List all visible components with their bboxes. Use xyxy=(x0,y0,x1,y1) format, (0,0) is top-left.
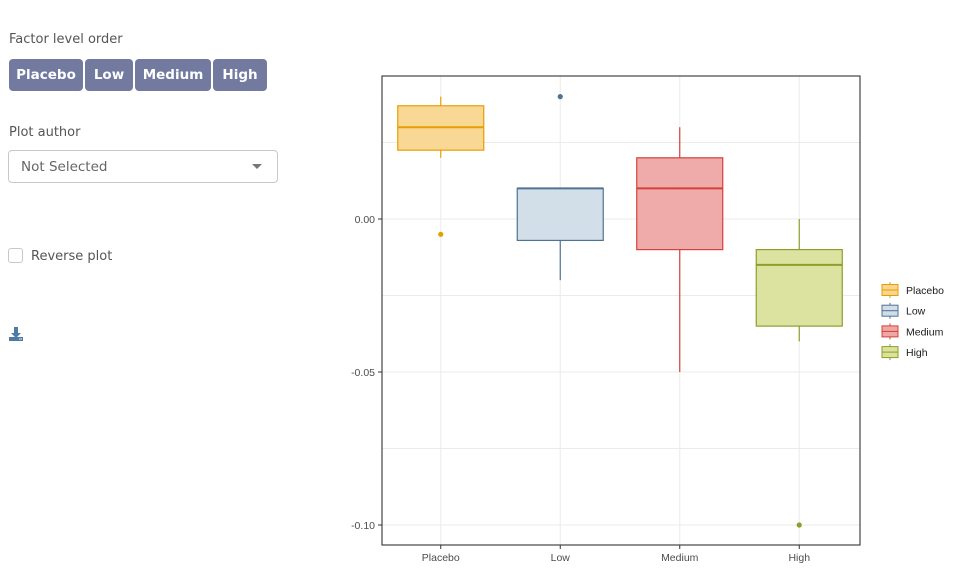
legend: Placebo Low Medium High xyxy=(881,282,944,361)
x-tick-label: Medium xyxy=(661,552,699,564)
legend-item-medium: Medium xyxy=(881,323,944,340)
box-medium xyxy=(636,127,724,372)
legend-item-high: High xyxy=(881,344,928,361)
outlier-point xyxy=(557,94,563,100)
x-tick-label: Placebo xyxy=(422,552,460,564)
legend-item-placebo: Placebo xyxy=(881,282,944,298)
legend-label: Placebo xyxy=(906,285,944,297)
box-iqr xyxy=(636,157,724,251)
x-tick-label: High xyxy=(788,552,810,564)
outlier-point xyxy=(438,231,444,237)
legend-label: Low xyxy=(906,306,926,318)
box-iqr xyxy=(755,249,843,327)
legend-label: Medium xyxy=(906,326,944,338)
x-axis: Placebo Low Medium High xyxy=(422,545,810,564)
box-iqr xyxy=(516,187,604,242)
outlier-point xyxy=(796,522,802,528)
y-axis: 0.00 -0.05 -0.10 xyxy=(351,214,382,532)
box-series xyxy=(397,94,843,528)
y-tick-label: -0.05 xyxy=(351,367,375,379)
x-tick-label: Low xyxy=(551,552,571,564)
legend-label: High xyxy=(906,347,928,359)
legend-item-low: Low xyxy=(881,302,926,319)
y-tick-label: 0.00 xyxy=(355,214,376,226)
box-plot-chart: 0.00 -0.05 -0.10 Placebo Low Medium High Plac… xyxy=(351,75,944,564)
y-tick-label: -0.10 xyxy=(351,520,375,532)
